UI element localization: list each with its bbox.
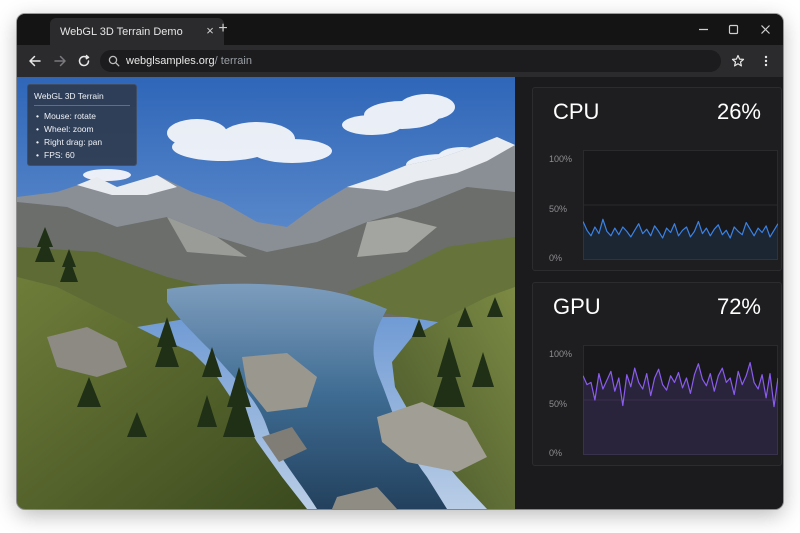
tab-strip: WebGL 3D Terrain Demo × + <box>17 14 783 45</box>
cpu-usage-chart <box>583 150 778 260</box>
reload-button[interactable] <box>75 52 93 70</box>
cpu-monitor-panel: CPU 26% 100% 50% 0% <box>532 87 782 271</box>
kebab-menu-icon <box>764 55 768 67</box>
new-tab-button[interactable]: + <box>214 19 232 39</box>
back-button[interactable] <box>26 52 44 70</box>
gpu-usage-chart <box>583 345 778 455</box>
controls-list: Mouse: rotate Wheel: zoom Right drag: pa… <box>34 110 130 162</box>
close-icon[interactable] <box>756 20 774 38</box>
controls-list-item: Mouse: rotate <box>34 110 130 123</box>
arrow-left-icon <box>29 55 41 67</box>
address-bar[interactable]: webglsamples.org / terrain <box>100 50 721 72</box>
star-icon <box>731 54 745 67</box>
cpu-label: CPU <box>553 99 600 124</box>
fps-readout: FPS: 60 <box>34 149 130 162</box>
gpu-value: 72% <box>716 294 761 319</box>
gpu-tick-0: 0% <box>549 448 563 458</box>
bookmark-button[interactable] <box>729 52 747 70</box>
cpu-tick-0: 0% <box>549 253 563 263</box>
url-path: / terrain <box>214 55 252 67</box>
forward-button[interactable] <box>51 52 69 70</box>
gpu-label: GPU <box>553 294 601 319</box>
browser-window: WebGL 3D Terrain Demo × + webglsamples.o… <box>17 14 783 509</box>
webgl-canvas[interactable]: WebGL 3D Terrain Mouse: rotate Wheel: zo… <box>17 77 515 509</box>
controls-list-item: Wheel: zoom <box>34 123 130 136</box>
gpu-monitor-panel: GPU 72% 100% 50% 0% <box>532 282 782 466</box>
controls-list-item: Right drag: pan <box>34 136 130 149</box>
arrow-right-icon <box>54 55 66 67</box>
url-host: webglsamples.org <box>126 55 215 67</box>
page-content: WebGL 3D Terrain Mouse: rotate Wheel: zo… <box>17 77 783 509</box>
cpu-tick-100: 100% <box>549 154 573 164</box>
menu-button[interactable] <box>757 52 775 70</box>
gpu-tick-100: 100% <box>549 349 573 359</box>
tab-webgl-terrain[interactable]: WebGL 3D Terrain Demo × <box>50 18 224 45</box>
controls-info-box: WebGL 3D Terrain Mouse: rotate Wheel: zo… <box>27 84 137 166</box>
info-box-title: WebGL 3D Terrain <box>34 91 130 106</box>
tab-title: WebGL 3D Terrain Demo <box>60 25 183 38</box>
toolbar: webglsamples.org / terrain <box>17 45 783 77</box>
gpu-tick-50: 50% <box>549 399 568 409</box>
minimize-icon[interactable] <box>694 20 712 38</box>
cpu-tick-50: 50% <box>549 204 568 214</box>
cpu-value: 26% <box>716 99 761 124</box>
reload-icon <box>78 54 90 67</box>
maximize-icon[interactable] <box>724 20 742 38</box>
search-icon <box>108 55 120 67</box>
